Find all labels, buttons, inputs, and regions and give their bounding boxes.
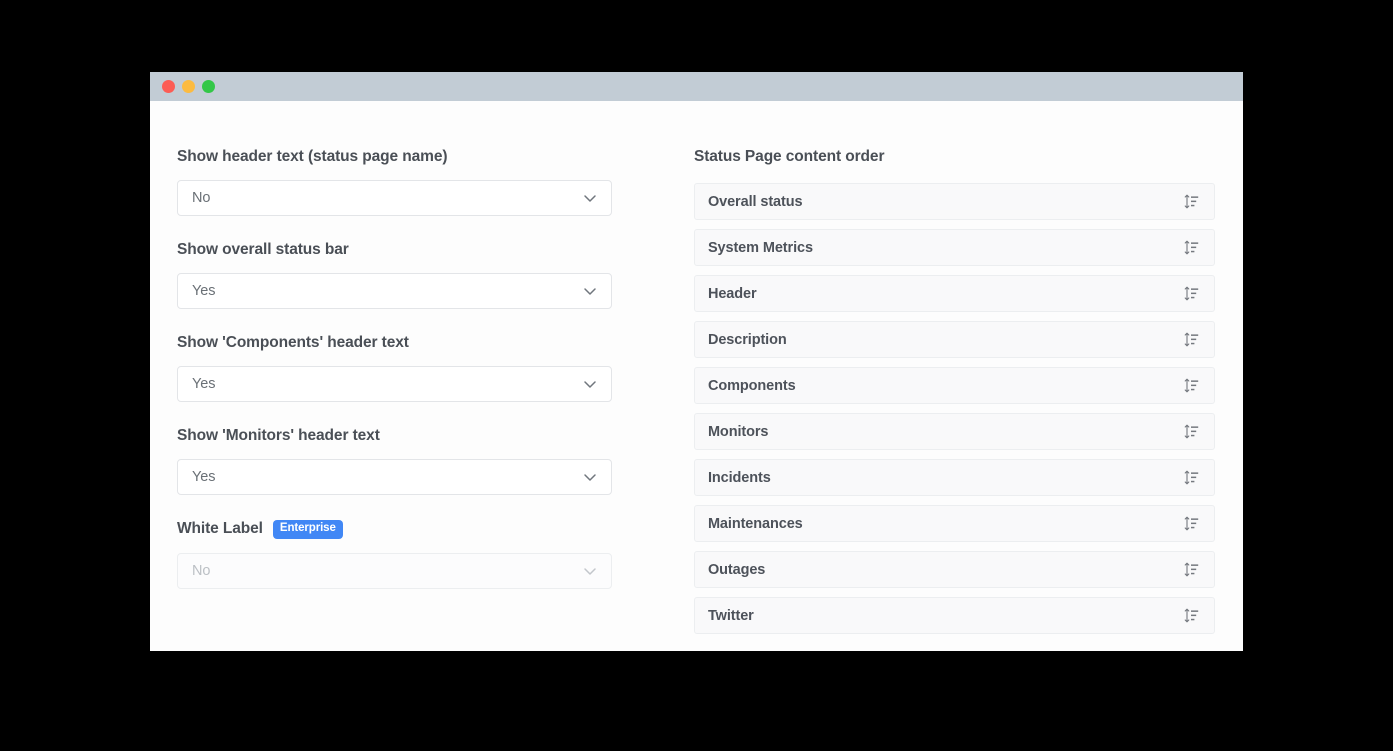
settings-content: Show header text (status page name) No S… [150, 101, 1243, 651]
chevron-down-icon [582, 376, 598, 392]
order-item-components[interactable]: Components [693, 367, 1215, 404]
sort-reorder-icon[interactable] [1184, 562, 1199, 577]
order-item-label: Overall status [707, 193, 803, 210]
chevron-down-icon [582, 283, 598, 299]
sort-reorder-icon[interactable] [1184, 516, 1199, 531]
order-item-label: Twitter [707, 607, 754, 624]
select-value: No [192, 190, 211, 206]
order-item-outages[interactable]: Outages [693, 551, 1215, 588]
sort-reorder-icon[interactable] [1184, 424, 1199, 439]
order-item-system-metrics[interactable]: System Metrics [693, 229, 1215, 266]
window-titlebar [150, 72, 1243, 101]
select-value: Yes [192, 376, 216, 392]
select-value: No [192, 562, 211, 579]
show-overall-status-bar-select[interactable]: Yes [177, 273, 612, 309]
order-item-label: Outages [707, 561, 766, 578]
field-label: White Label Enterprise [177, 520, 664, 539]
show-monitors-header-text-select[interactable]: Yes [177, 459, 612, 495]
sort-reorder-icon[interactable] [1184, 194, 1199, 209]
close-window-button[interactable] [162, 80, 175, 93]
select-value: Yes [192, 283, 216, 299]
sort-reorder-icon[interactable] [1184, 286, 1199, 301]
field-label: Show header text (status page name) [177, 148, 664, 166]
show-components-header-text-select[interactable]: Yes [177, 366, 612, 402]
order-item-label: Components [707, 377, 796, 394]
field-show-monitors-header-text: Show 'Monitors' header text Yes [177, 427, 664, 495]
enterprise-badge: Enterprise [272, 520, 343, 539]
order-item-label: Description [707, 331, 787, 348]
field-label-text: Show overall status bar [177, 241, 349, 258]
chevron-down-icon [582, 190, 598, 206]
field-label-text: White Label [177, 520, 263, 538]
field-show-components-header-text: Show 'Components' header text Yes [177, 334, 664, 402]
order-item-monitors[interactable]: Monitors [693, 413, 1215, 450]
order-item-label: System Metrics [707, 239, 813, 256]
application-window: Show header text (status page name) No S… [150, 72, 1243, 651]
content-order-column: Status Page content order Overall status [693, 148, 1215, 651]
display-settings-column: Show header text (status page name) No S… [177, 148, 694, 651]
field-show-header-text: Show header text (status page name) No [177, 148, 664, 216]
chevron-down-icon [582, 469, 598, 485]
chevron-down-icon [582, 563, 598, 579]
sort-reorder-icon[interactable] [1184, 332, 1199, 347]
maximize-window-button[interactable] [202, 80, 215, 93]
field-show-overall-status-bar: Show overall status bar Yes [177, 241, 664, 309]
order-item-label: Header [707, 285, 757, 302]
sort-reorder-icon[interactable] [1184, 470, 1199, 485]
show-header-text-select[interactable]: No [177, 180, 612, 216]
order-item-label: Monitors [707, 423, 769, 440]
order-item-header[interactable]: Header [693, 275, 1215, 312]
order-item-twitter[interactable]: Twitter [693, 597, 1215, 634]
sort-reorder-icon[interactable] [1184, 378, 1199, 393]
order-item-label: Incidents [707, 469, 771, 486]
field-label: Show overall status bar [177, 241, 664, 259]
content-order-list: Overall status System Metrics Header Des… [693, 183, 1215, 634]
field-label-text: Show 'Components' header text [177, 334, 409, 351]
select-value: Yes [192, 469, 216, 485]
field-label-text: Show header text (status page name) [177, 148, 448, 165]
white-label-select[interactable]: No [177, 552, 612, 589]
sort-reorder-icon[interactable] [1184, 608, 1199, 623]
order-item-overall-status[interactable]: Overall status [693, 183, 1215, 220]
order-item-incidents[interactable]: Incidents [693, 459, 1215, 496]
field-white-label: White Label Enterprise No [177, 520, 664, 589]
minimize-window-button[interactable] [182, 80, 195, 93]
field-label: Show 'Components' header text [177, 334, 664, 352]
field-label: Show 'Monitors' header text [177, 427, 664, 445]
content-order-title: Status Page content order [693, 148, 885, 165]
order-item-label: Maintenances [707, 515, 803, 532]
sort-reorder-icon[interactable] [1184, 240, 1199, 255]
order-item-description[interactable]: Description [693, 321, 1215, 358]
field-label-text: Show 'Monitors' header text [177, 427, 380, 444]
order-item-maintenances[interactable]: Maintenances [693, 505, 1215, 542]
